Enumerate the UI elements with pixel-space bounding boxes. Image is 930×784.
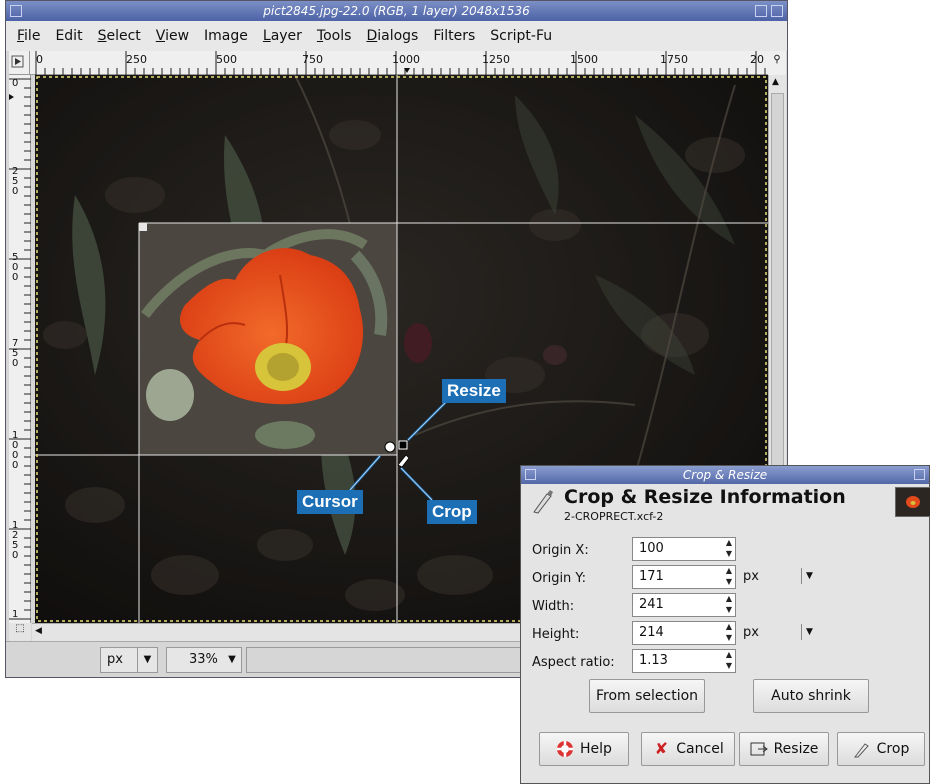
dialog-menu-icon[interactable] <box>525 469 536 480</box>
aspect-ratio-stepper[interactable]: ▲ ▼ <box>723 649 735 673</box>
thumbnail-picture <box>896 488 930 516</box>
aspect-ratio-value: 1.13 <box>639 653 668 668</box>
crop-label: Crop <box>876 741 910 757</box>
width-label: Width: <box>532 599 575 614</box>
origin-x-label: Origin X: <box>532 543 589 558</box>
cancel-button[interactable]: ✘ Cancel <box>641 732 735 766</box>
origin-unit-value: px <box>743 569 759 584</box>
origin-unit-selector[interactable]: px ▼ <box>743 565 817 589</box>
cursor-callout: Cursor <box>297 490 363 514</box>
from-selection-label: From selection <box>595 688 699 704</box>
cancel-x-icon: ✘ <box>654 739 668 758</box>
origin-y-stepper[interactable]: ▲ ▼ <box>723 565 735 589</box>
dialog-window-title: Crop & Resize <box>682 468 768 482</box>
dialog-heading: Crop & Resize Information <box>564 486 846 508</box>
resize-label: Resize <box>773 741 819 757</box>
dialog-subtitle: 2-CROPRECT.xcf-2 <box>564 510 664 523</box>
resize-button[interactable]: Resize <box>739 732 829 766</box>
aspect-ratio-label: Aspect ratio: <box>532 655 615 670</box>
resize-icon <box>750 742 768 756</box>
crop-knife-icon <box>533 490 553 514</box>
crop-resize-dialog: Crop & Resize Crop & Resize Information … <box>520 465 930 784</box>
origin-y-field[interactable]: 171 <box>632 565 736 589</box>
from-selection-button[interactable]: From selection <box>589 679 705 713</box>
help-label: Help <box>580 741 612 757</box>
width-stepper[interactable]: ▲ ▼ <box>723 593 735 617</box>
size-unit-selector[interactable]: px ▼ <box>743 621 817 645</box>
dialog-maximize-icon[interactable] <box>914 469 925 480</box>
lifebuoy-icon <box>557 741 574 757</box>
resize-callout: Resize <box>442 379 506 403</box>
image-thumbnail <box>895 487 930 517</box>
height-stepper[interactable]: ▲ ▼ <box>723 621 735 645</box>
help-button[interactable]: Help <box>539 732 629 766</box>
crop-callout: Crop <box>427 500 477 524</box>
origin-y-label: Origin Y: <box>532 571 587 586</box>
size-unit-value: px <box>743 625 759 640</box>
width-value: 241 <box>639 597 664 612</box>
dialog-titlebar[interactable]: Crop & Resize <box>521 466 929 484</box>
crop-knife-icon <box>853 743 869 758</box>
height-field[interactable]: 214 <box>632 621 736 645</box>
auto-shrink-label: Auto shrink <box>771 688 851 704</box>
auto-shrink-button[interactable]: Auto shrink <box>753 679 869 713</box>
origin-y-value: 171 <box>639 569 664 584</box>
crop-button[interactable]: Crop <box>837 732 925 766</box>
chevron-down-icon: ▼ <box>801 624 817 640</box>
origin-x-field[interactable]: 100 <box>632 537 736 561</box>
height-label: Height: <box>532 627 580 642</box>
width-field[interactable]: 241 <box>632 593 736 617</box>
chevron-down-icon: ▼ <box>801 568 817 584</box>
origin-x-value: 100 <box>639 541 664 556</box>
cancel-label: Cancel <box>676 741 724 757</box>
origin-x-stepper[interactable]: ▲ ▼ <box>723 537 735 561</box>
aspect-ratio-field[interactable]: 1.13 <box>632 649 736 673</box>
height-value: 214 <box>639 625 664 640</box>
